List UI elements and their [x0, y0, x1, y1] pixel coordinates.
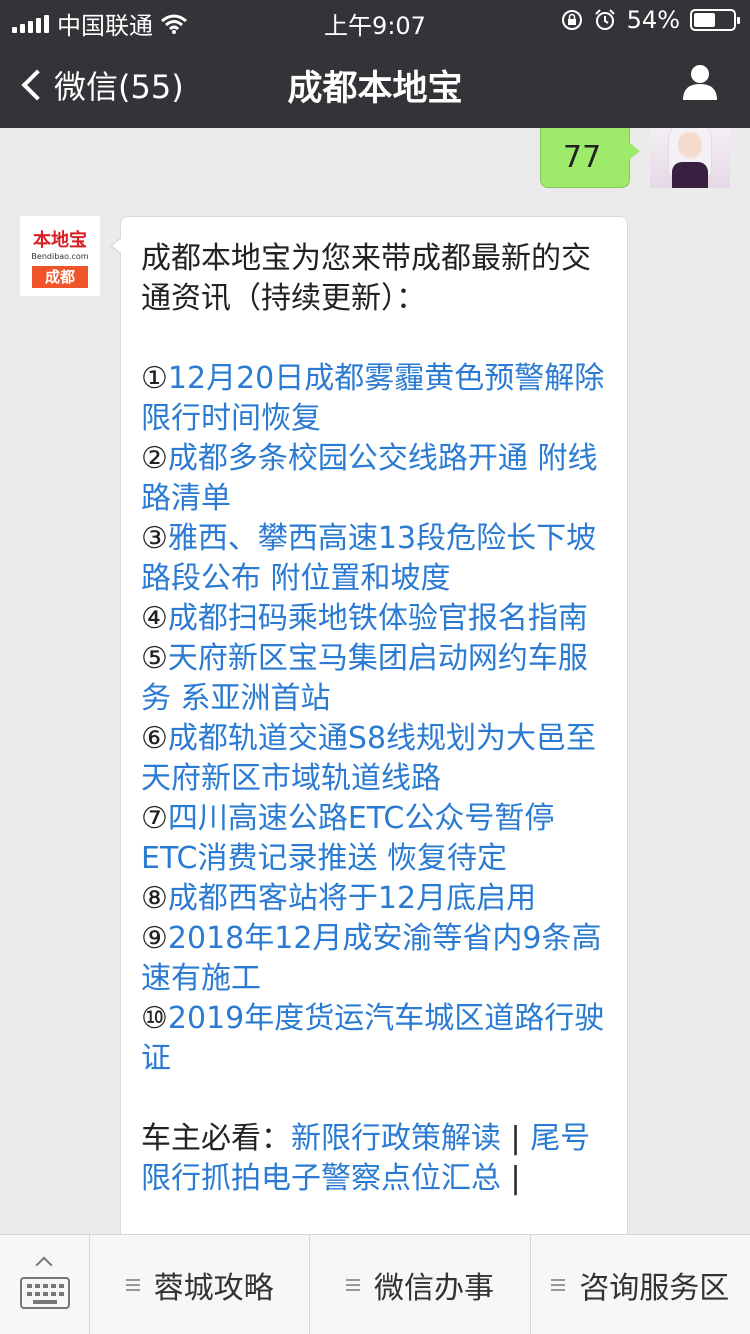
- rotation-lock-icon: [561, 10, 582, 30]
- news-item-link[interactable]: 成都轨道交通S8线规划为大邑至天府新区市域轨道线路: [141, 721, 596, 796]
- person-icon[interactable]: [680, 62, 720, 102]
- chat-area[interactable]: 77 本地宝 Bendibao.com 成都 成都本地宝为您来带成都最新的交通资…: [0, 128, 750, 1234]
- news-item-number: ⑨: [141, 921, 168, 956]
- chevron-up-icon: [35, 1256, 53, 1274]
- battery-percent: 54%: [626, 6, 680, 34]
- my-message-bubble[interactable]: 77: [540, 128, 640, 188]
- menu-rongcheng-guide[interactable]: 蓉城攻略: [90, 1235, 311, 1334]
- footer-link-new-policy[interactable]: 新限行政策解读: [291, 1121, 501, 1156]
- news-item-link[interactable]: 雅西、攀西高速13段危险长下坡路段公布 附位置和坡度: [141, 521, 596, 596]
- menu-lines-icon: [125, 1279, 140, 1291]
- news-item[interactable]: ④成都扫码乘地铁体验官报名指南: [141, 599, 607, 639]
- news-item[interactable]: ③雅西、攀西高速13段危险长下坡路段公布 附位置和坡度: [141, 519, 607, 599]
- news-item-number: ⑩: [141, 1001, 168, 1036]
- footer-separator: |: [501, 1121, 531, 1156]
- menu-lines-icon: [345, 1279, 360, 1291]
- menu-consulting-area[interactable]: 咨询服务区: [531, 1235, 750, 1334]
- top-bar: 中国联通 上午9:07 54% 微信(55) 成都本地宝: [0, 0, 750, 128]
- page-title: 成都本地宝: [287, 69, 463, 109]
- news-item-link[interactable]: 成都西客站将于12月底启用: [168, 881, 536, 916]
- news-item[interactable]: ⑥成都轨道交通S8线规划为大邑至天府新区市域轨道线路: [141, 719, 607, 799]
- news-item[interactable]: ②成都多条校园公交线路开通 附线路清单: [141, 439, 607, 519]
- news-item[interactable]: ①12月20日成都雾霾黄色预警解除 限行时间恢复: [141, 359, 607, 439]
- my-message-text: 77: [563, 140, 602, 175]
- logo-city: 成都: [32, 266, 88, 288]
- news-item[interactable]: ⑨2018年12月成安渝等省内9条高速有施工: [141, 919, 607, 999]
- battery-icon: [690, 9, 740, 31]
- news-item-number: ⑧: [141, 881, 168, 916]
- menu-wechat-services[interactable]: 微信办事: [310, 1235, 531, 1334]
- logo-text: 本地宝: [33, 230, 87, 251]
- navigation-bar: 微信(55) 成都本地宝: [0, 40, 750, 128]
- news-item[interactable]: ⑧成都西客站将于12月底启用: [141, 879, 607, 919]
- news-item[interactable]: ⑤天府新区宝马集团启动网约车服务 系亚洲首站: [141, 639, 607, 719]
- news-item[interactable]: ⑦四川高速公路ETC公众号暂停ETC消费记录推送 恢复待定: [141, 799, 607, 879]
- message-footer: 车主必看：新限行政策解读 | 尾号限行抓拍电子警察点位汇总 |: [141, 1121, 591, 1196]
- footer-label: 车主必看：: [141, 1121, 291, 1156]
- article-message-bubble: 成都本地宝为您来带成都最新的交通资讯（持续更新）： ①12月20日成都雾霾黄色预…: [110, 216, 628, 1234]
- news-item-link[interactable]: 12月20日成都雾霾黄色预警解除 限行时间恢复: [141, 361, 604, 436]
- news-item-number: ④: [141, 601, 168, 636]
- news-item-link[interactable]: 成都扫码乘地铁体验官报名指南: [168, 601, 588, 636]
- menu-lines-icon: [551, 1279, 566, 1291]
- keyboard-icon: [20, 1277, 70, 1309]
- news-item-number: ⑤: [141, 641, 168, 676]
- news-item-number: ③: [141, 521, 168, 556]
- news-item-number: ①: [141, 361, 168, 396]
- news-item-link[interactable]: 天府新区宝马集团启动网约车服务 系亚洲首站: [141, 641, 588, 716]
- message-intro: 成都本地宝为您来带成都最新的交通资讯（持续更新）：: [141, 241, 591, 316]
- bottom-menu-bar: 蓉城攻略 微信办事 咨询服务区: [0, 1234, 750, 1334]
- news-item-number: ⑦: [141, 801, 168, 836]
- news-item-link[interactable]: 成都多条校园公交线路开通 附线路清单: [141, 441, 597, 516]
- news-list: ①12月20日成都雾霾黄色预警解除 限行时间恢复 ②成都多条校园公交线路开通 附线…: [141, 359, 607, 1079]
- keyboard-toggle-button[interactable]: [0, 1235, 90, 1334]
- official-account-avatar[interactable]: 本地宝 Bendibao.com 成都: [20, 216, 100, 296]
- news-item-link[interactable]: 2018年12月成安渝等省内9条高速有施工: [141, 921, 602, 996]
- news-item[interactable]: ⑩2019年度货运汽车城区道路行驶证: [141, 999, 607, 1079]
- news-item-link[interactable]: 四川高速公路ETC公众号暂停ETC消费记录推送 恢复待定: [141, 801, 554, 876]
- my-avatar[interactable]: [650, 128, 730, 188]
- news-item-link[interactable]: 2019年度货运汽车城区道路行驶证: [141, 1001, 604, 1076]
- news-item-number: ②: [141, 441, 168, 476]
- news-item-number: ⑥: [141, 721, 168, 756]
- logo-site: Bendibao.com: [31, 252, 89, 261]
- alarm-icon: [594, 9, 615, 30]
- status-bar: 中国联通 上午9:07 54%: [0, 0, 750, 40]
